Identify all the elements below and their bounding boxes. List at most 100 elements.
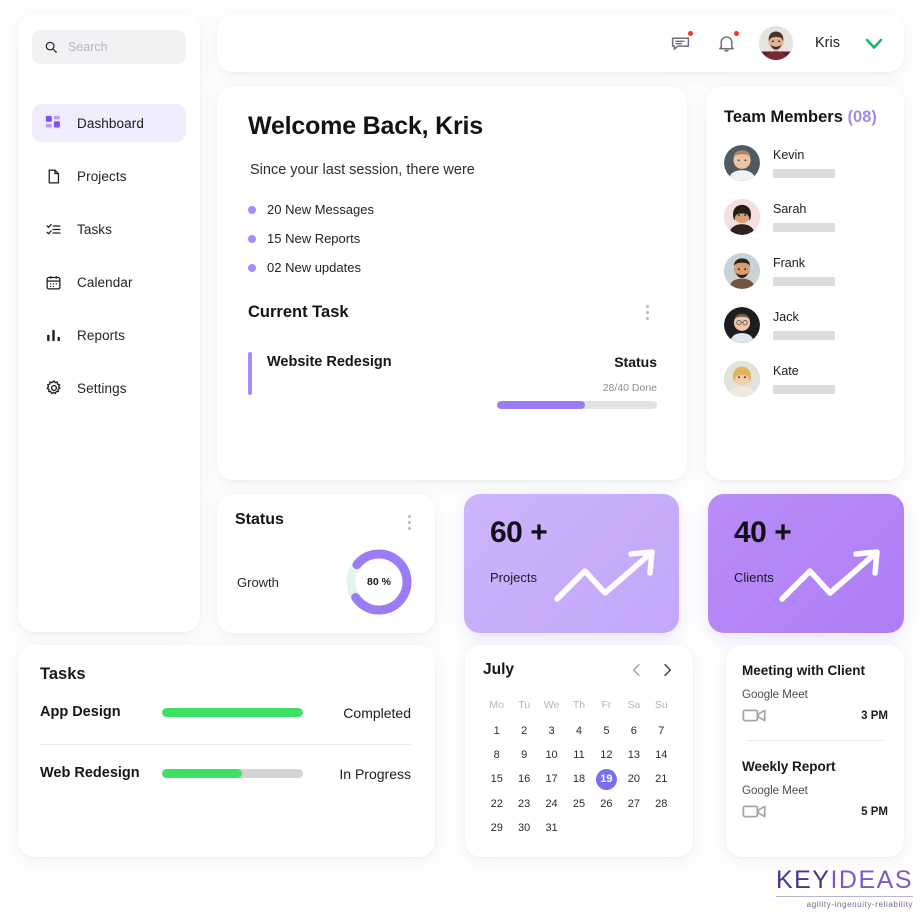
sidebar: Dashboard Projects Tasks [18, 14, 200, 632]
calendar-day[interactable]: 1 [483, 721, 510, 741]
chevron-down-icon[interactable] [862, 31, 886, 55]
task-name: App Design [40, 704, 121, 720]
sidebar-item-tasks[interactable]: Tasks [32, 210, 186, 248]
calendar-day[interactable]: 18 [565, 769, 592, 789]
calendar-day[interactable]: 3 [538, 721, 565, 741]
sidebar-item-settings[interactable]: Settings [32, 369, 186, 407]
search-input[interactable] [68, 40, 174, 54]
kpi-card-projects[interactable]: 60 + Projects [464, 494, 679, 633]
member-meta: Sarah [773, 202, 835, 232]
status-card-header: Status [235, 511, 417, 534]
calendar-day[interactable]: 9 [510, 745, 537, 765]
calendar-day[interactable]: 15 [483, 769, 510, 789]
sidebar-item-label: Dashboard [77, 115, 144, 131]
logo-rule [775, 896, 913, 897]
logo-tagline: agility-ingenuity-reliability [806, 900, 913, 909]
more-options-icon[interactable] [402, 511, 417, 534]
welcome-card: Welcome Back, Kris Since your last sessi… [217, 86, 687, 480]
avatar [724, 253, 760, 289]
status-badge: Completed [343, 704, 411, 721]
calendar-day-name: We [543, 699, 560, 711]
calendar-day[interactable]: 27 [620, 794, 647, 814]
list-item[interactable]: Meeting with Client Google Meet 3 PM [742, 663, 888, 724]
list-item[interactable]: Weekly Report Google Meet 5 PM [742, 759, 888, 820]
calendar-day[interactable]: 22 [483, 794, 510, 814]
calendar-day[interactable]: 7 [648, 721, 675, 741]
calendar-day[interactable]: 8 [483, 745, 510, 765]
avatar[interactable] [759, 26, 794, 60]
search-icon [44, 40, 58, 54]
sidebar-item-label: Settings [77, 380, 127, 396]
sidebar-item-calendar[interactable]: Calendar [32, 263, 186, 301]
task-progress-bar [497, 401, 657, 409]
search-box[interactable] [32, 30, 186, 64]
growth-percent: 80 % [367, 576, 391, 588]
grid-icon [44, 114, 63, 133]
status-badge: In Progress [339, 765, 411, 782]
calendar-day[interactable]: 28 [648, 794, 675, 814]
trend-up-arrow-icon [778, 547, 890, 609]
calendar-day[interactable]: 21 [648, 769, 675, 789]
task-name: Website Redesign [267, 354, 392, 370]
member-meta: Frank [773, 256, 835, 286]
calendar-day[interactable]: 25 [565, 794, 592, 814]
chevron-left-icon[interactable] [629, 662, 645, 678]
current-task-status: Status 28/40 Done [497, 352, 657, 409]
calendar-day[interactable]: 10 [538, 745, 565, 765]
calendar-day[interactable]: 26 [593, 794, 620, 814]
list-item[interactable]: Kate [724, 361, 886, 397]
chevron-right-icon[interactable] [659, 662, 675, 678]
list-item: 15 New Reports [248, 231, 657, 246]
calendar-day[interactable]: 12 [593, 745, 620, 765]
member-meta: Kate [773, 364, 835, 394]
video-camera-icon [742, 803, 768, 820]
calendar-day-selected[interactable]: 19 [595, 769, 617, 790]
calendar-day[interactable]: 4 [565, 721, 592, 741]
task-name: Web Redesign [40, 764, 140, 781]
calendar-day[interactable]: 20 [620, 769, 647, 789]
member-placeholder-bar [773, 277, 835, 286]
list-item[interactable]: Sarah [724, 199, 886, 235]
list-item[interactable]: Frank [724, 253, 886, 289]
sidebar-item-reports[interactable]: Reports [32, 316, 186, 354]
kpi-value: 60 + [490, 516, 548, 549]
calendar-month: July [483, 661, 515, 678]
checklist-icon [44, 220, 63, 239]
calendar-day-name: Fr [601, 699, 612, 711]
avatar [724, 361, 760, 397]
growth-label: Growth [237, 574, 279, 590]
meeting-platform: Google Meet [742, 689, 808, 701]
avatar [724, 145, 760, 181]
sidebar-item-dashboard[interactable]: Dashboard [32, 104, 186, 142]
calendar-day[interactable]: 17 [538, 769, 565, 789]
message-icon[interactable] [667, 30, 694, 56]
more-options-icon[interactable] [640, 301, 655, 324]
bell-icon[interactable] [713, 30, 740, 56]
calendar-day[interactable]: 6 [620, 721, 647, 741]
meeting-row: 3 PM [742, 707, 888, 724]
current-task-info: Website Redesign [248, 352, 392, 395]
calendar-day[interactable]: 16 [510, 769, 537, 789]
list-item[interactable]: Kevin [724, 145, 886, 181]
member-placeholder-bar [773, 169, 835, 178]
calendar-day[interactable]: 13 [620, 745, 647, 765]
member-name: Kate [773, 364, 799, 378]
kpi-card-clients[interactable]: 40 + Clients [708, 494, 904, 633]
sidebar-item-label: Tasks [77, 221, 113, 237]
calendar-day[interactable]: 30 [510, 818, 537, 838]
team-members-title: Team Members (08) [724, 108, 886, 127]
calendar-day[interactable]: 2 [510, 721, 537, 741]
calendar-day[interactable]: 29 [483, 818, 510, 838]
calendar-day[interactable]: 31 [538, 818, 565, 838]
stat-text: 02 New updates [267, 260, 361, 275]
calendar-day[interactable]: 14 [648, 745, 675, 765]
calendar-day[interactable]: 23 [510, 794, 537, 814]
calendar-day[interactable]: 24 [538, 794, 565, 814]
list-item[interactable]: Jack [724, 307, 886, 343]
document-icon [44, 167, 63, 186]
calendar-day[interactable]: 11 [565, 745, 592, 765]
meeting-platform: Google Meet [742, 785, 808, 797]
task-done-count: 28/40 Done [602, 382, 657, 394]
calendar-day[interactable]: 5 [593, 721, 620, 741]
sidebar-item-projects[interactable]: Projects [32, 157, 186, 195]
